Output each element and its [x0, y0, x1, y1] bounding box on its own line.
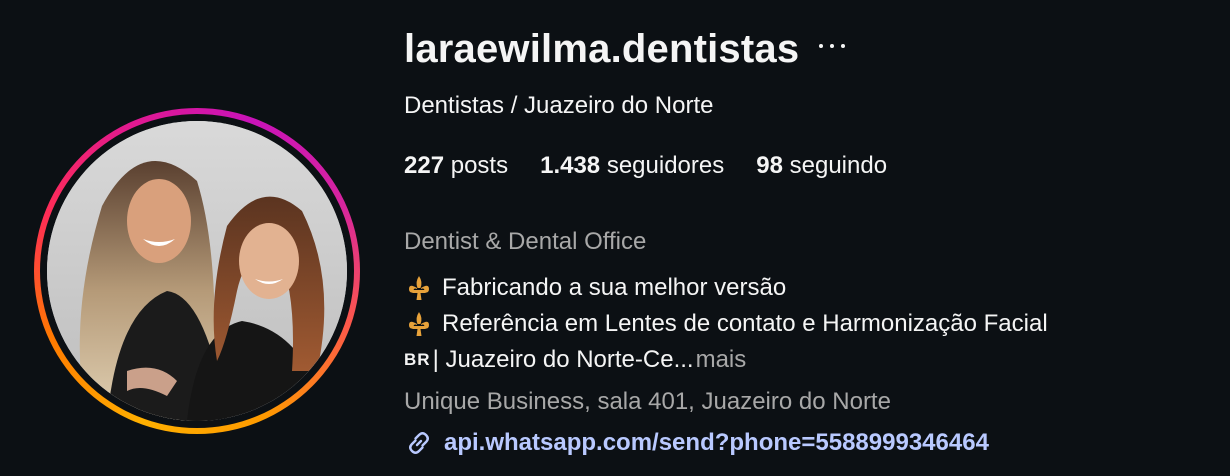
following-label: seguindo [789, 152, 888, 179]
profile-link[interactable]: api.whatsapp.com/send?phone=558899934646… [404, 428, 989, 458]
more-options-icon[interactable] [819, 36, 846, 56]
profile-category: Dentist & Dental Office [404, 228, 647, 255]
more-options-dot [830, 44, 835, 48]
more-options-dot [819, 44, 824, 48]
profile-address: Unique Business, sala 401, Juazeiro do N… [404, 388, 891, 415]
bio-line-1: Fabricando a sua melhor versão [404, 270, 1048, 306]
profile-avatar-ring[interactable] [34, 108, 360, 434]
fleur-de-lis-icon [409, 312, 429, 336]
bio-line-3: BR | Juazeiro do Norte-Ce... mais [404, 342, 1048, 378]
profile-display-name: Dentistas / Juazeiro do Norte [404, 92, 714, 119]
followers-count: 1.438 [540, 152, 601, 179]
bio-text-1: Fabricando a sua melhor versão [442, 274, 787, 301]
profile-username: laraewilma.dentistas [404, 27, 800, 71]
stat-followers[interactable]: 1.438 seguidores [540, 152, 724, 180]
username-row: laraewilma.dentistas [404, 26, 846, 72]
stat-posts[interactable]: 227 posts [404, 152, 508, 180]
followers-label: seguidores [606, 152, 725, 179]
bio-text-3: | Juazeiro do Norte-Ce... [432, 346, 694, 373]
bio-more-link[interactable]: mais [696, 342, 747, 378]
stat-following[interactable]: 98 seguindo [756, 152, 887, 180]
profile-bio: Fabricando a sua melhor versão Referênci… [404, 270, 1048, 378]
avatar-photo [47, 121, 347, 421]
following-count: 98 [756, 152, 783, 179]
profile-stats: 227 posts 1.438 seguidores 98 seguindo [404, 152, 919, 180]
posts-label: posts [450, 152, 509, 179]
bio-line-2: Referência em Lentes de contato e Harmon… [404, 306, 1048, 342]
fleur-de-lis-icon [409, 276, 429, 300]
link-icon [409, 432, 429, 454]
more-options-dot [841, 44, 846, 48]
profile-link-text: api.whatsapp.com/send?phone=558899934646… [444, 429, 989, 456]
posts-count: 227 [404, 152, 445, 179]
bio-flag-code: BR [404, 350, 431, 369]
bio-text-2: Referência em Lentes de contato e Harmon… [442, 310, 1048, 337]
profile-avatar[interactable] [47, 121, 347, 421]
